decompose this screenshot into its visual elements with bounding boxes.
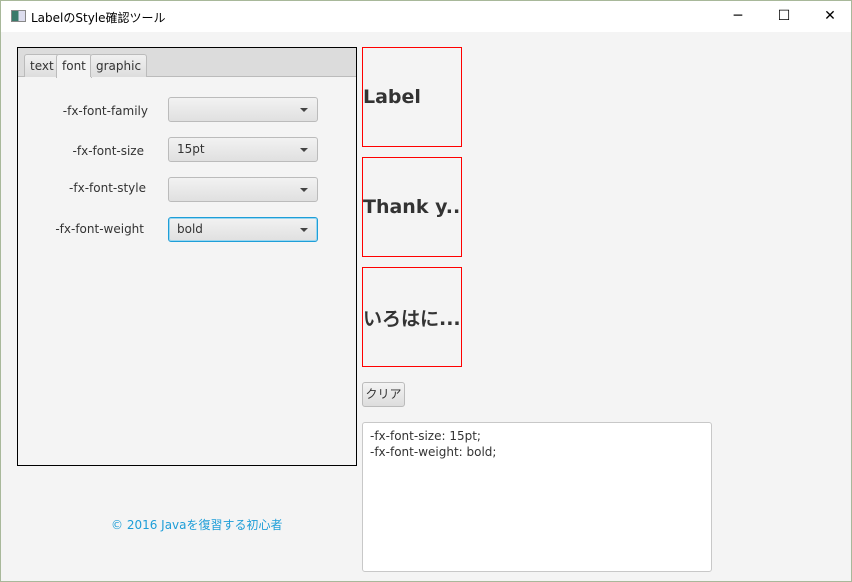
close-button[interactable]: ✕ xyxy=(807,1,852,32)
preview-label-japanese: いろはに... xyxy=(362,267,462,367)
font-family-combo[interactable] xyxy=(168,97,318,122)
minimize-button[interactable]: ─ xyxy=(715,1,761,32)
font-size-label: -fx-font-size xyxy=(14,144,144,158)
combo-value: bold xyxy=(177,222,203,236)
preview-label-english: Label xyxy=(362,47,462,147)
clear-button[interactable]: クリア xyxy=(362,382,405,407)
css-line: -fx-font-size: 15pt; xyxy=(370,428,704,444)
font-size-combo[interactable]: 15pt xyxy=(168,137,318,162)
css-line: -fx-font-weight: bold; xyxy=(370,444,704,460)
chevron-down-icon xyxy=(300,228,308,232)
css-output-textarea[interactable]: -fx-font-size: 15pt; -fx-font-weight: bo… xyxy=(362,422,712,572)
font-style-label: -fx-font-style xyxy=(16,181,146,195)
chevron-down-icon xyxy=(300,188,308,192)
tab-font[interactable]: font xyxy=(56,54,92,78)
combo-value: 15pt xyxy=(177,142,205,156)
maximize-button[interactable]: ☐ xyxy=(761,1,807,32)
font-weight-combo[interactable]: bold xyxy=(168,217,318,242)
preview-label-sentence: Thank y... xyxy=(362,157,462,257)
font-style-combo[interactable] xyxy=(168,177,318,202)
chevron-down-icon xyxy=(300,148,308,152)
tab-graphic[interactable]: graphic xyxy=(90,54,147,77)
font-family-label: -fx-font-family xyxy=(18,104,148,118)
window-title: LabelのStyle確認ツール xyxy=(31,9,166,26)
tab-header: text font graphic xyxy=(18,48,356,77)
chevron-down-icon xyxy=(300,108,308,112)
app-icon xyxy=(11,10,26,22)
font-weight-label: -fx-font-weight xyxy=(14,222,144,236)
title-bar: LabelのStyle確認ツール ─ ☐ ✕ xyxy=(1,1,851,32)
copyright-link[interactable]: © 2016 Javaを復習する初心者 xyxy=(111,516,283,533)
tab-pane: text font graphic -fx-font-family -fx-fo… xyxy=(17,47,357,466)
tab-text[interactable]: text xyxy=(24,54,60,77)
